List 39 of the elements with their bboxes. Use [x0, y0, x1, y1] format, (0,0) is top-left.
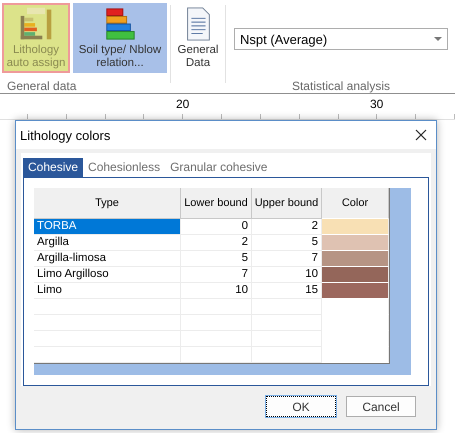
ruler-label: 30	[370, 97, 384, 111]
tab[interactable]: Cohesive	[23, 158, 84, 177]
table-cell[interactable]: Limo Argilloso	[34, 267, 181, 283]
bar-chart-icon	[18, 7, 54, 41]
color-swatch[interactable]	[322, 235, 389, 251]
table-cell[interactable]: 7	[181, 267, 252, 283]
dialog-button[interactable]: Cancel	[346, 396, 416, 417]
table-cell[interactable]: Argilla	[34, 235, 181, 251]
table-cell[interactable]: 5	[181, 251, 252, 267]
dropdown-field[interactable]: Nspt (Average)	[234, 28, 448, 50]
table-cell[interactable]: 2	[181, 235, 252, 251]
dialog-title: Lithology colors	[20, 128, 110, 142]
table-cell[interactable]: Argilla-limosa	[34, 251, 181, 267]
dialog-button[interactable]: OK	[266, 396, 336, 417]
table-cell[interactable]: TORBA	[34, 219, 181, 235]
color-swatch[interactable]	[322, 219, 389, 235]
color-swatch[interactable]	[322, 267, 389, 283]
group-label: Statistical analysis	[290, 79, 392, 93]
group-label: General data	[6, 79, 78, 93]
close-icon[interactable]	[415, 129, 427, 141]
color-swatch[interactable]	[322, 251, 389, 267]
empty-cell[interactable]	[34, 347, 181, 363]
ribbon-button[interactable]: Soil type/ Nblow relation...	[73, 3, 167, 73]
column-header[interactable]: Upper bound	[252, 188, 322, 219]
caret-icon	[434, 37, 442, 41]
table-cell[interactable]: 10	[181, 283, 252, 299]
color-swatch[interactable]	[322, 283, 389, 299]
ruler-label: 20	[176, 97, 190, 111]
column-header[interactable]: Color	[322, 188, 389, 219]
column-header[interactable]: Lower bound	[181, 188, 252, 219]
table-cell[interactable]: 0	[181, 219, 252, 235]
table-cell[interactable]: Limo	[34, 283, 181, 299]
ribbon-button[interactable]: General Data	[174, 3, 222, 73]
empty-cell[interactable]	[181, 347, 252, 363]
empty-cell[interactable]	[252, 299, 322, 315]
tab[interactable]: Cohesionless	[83, 158, 166, 177]
column-header[interactable]: Type	[34, 188, 181, 219]
empty-cell[interactable]	[252, 347, 322, 363]
tab[interactable]: Granular cohesive	[165, 158, 272, 177]
